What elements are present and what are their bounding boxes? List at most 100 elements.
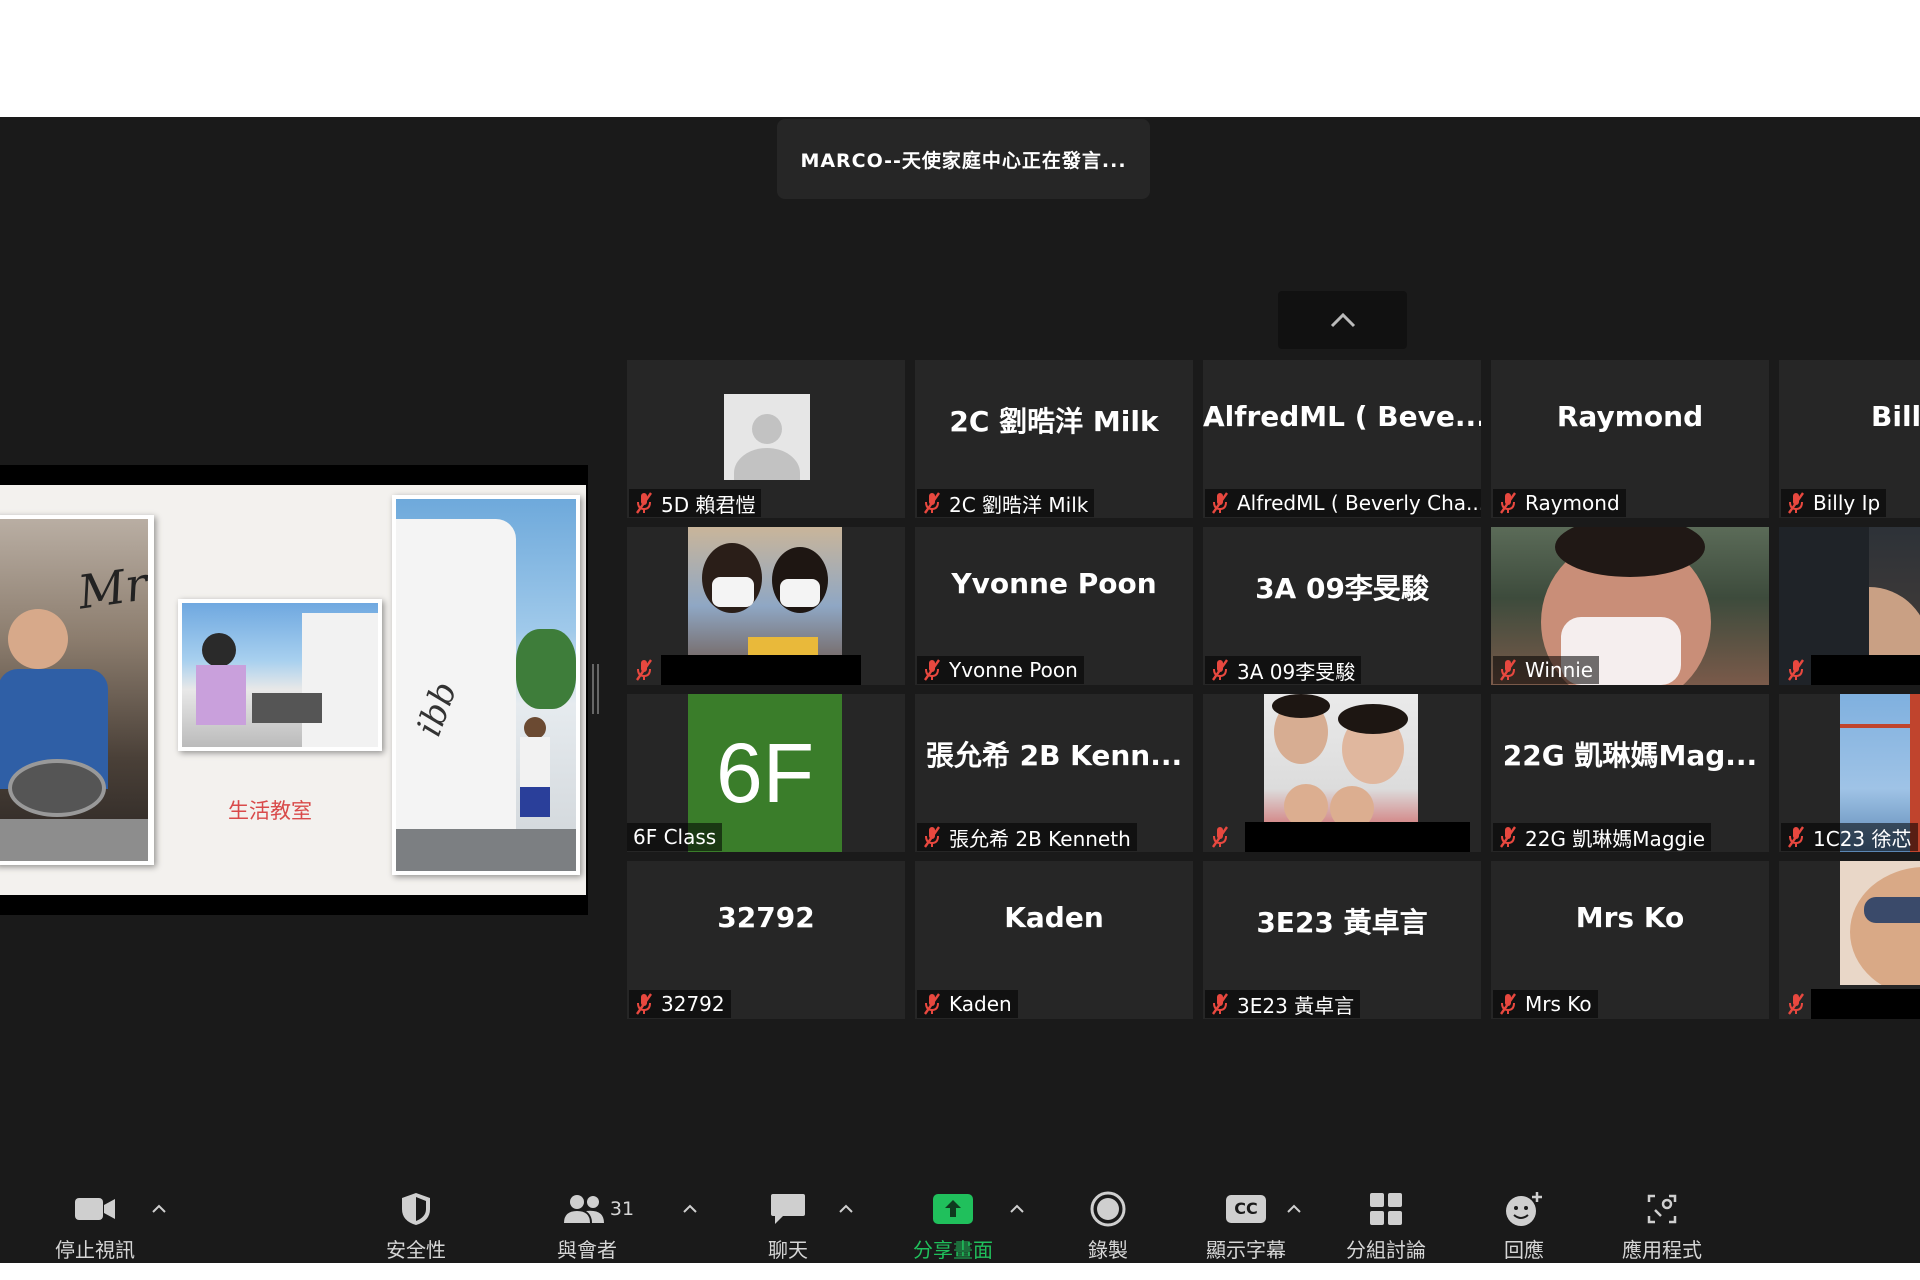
participant-display-name: 22G 凱琳媽Mag... xyxy=(1502,739,1758,772)
participant-name-label xyxy=(1781,990,1819,1018)
participant-tile[interactable] xyxy=(627,527,905,685)
redacted-name xyxy=(1811,655,1920,685)
participant-display-name: 3E23 黃卓言 xyxy=(1256,906,1428,939)
mic-muted-icon xyxy=(924,492,940,514)
participant-display-name: 3A 09李旻駿 xyxy=(1255,572,1429,605)
participants-count: 31 xyxy=(609,1197,635,1220)
mic-muted-icon xyxy=(924,826,940,848)
participants-button[interactable]: 31 與會者 xyxy=(554,1162,642,1263)
mic-muted-icon xyxy=(636,993,652,1015)
participant-tile[interactable]: 5D 賴君愷 xyxy=(627,360,905,518)
chevron-up-icon[interactable] xyxy=(682,1202,698,1214)
share-screen-icon xyxy=(933,1193,973,1224)
mic-muted-icon xyxy=(1212,492,1228,514)
apps-label: 應用程式 xyxy=(1622,1238,1702,1262)
redacted-name xyxy=(1245,822,1470,852)
mic-muted-icon xyxy=(636,659,652,681)
participant-tile[interactable] xyxy=(1779,527,1920,685)
chevron-up-icon[interactable] xyxy=(838,1202,854,1214)
participant-name-label: 張允希 2B Kenneth xyxy=(917,823,1137,851)
gallery-grid: 5D 賴君愷 2C 劉晧洋 Milk 2C 劉晧洋 Milk AlfredML … xyxy=(627,360,1920,1024)
redacted-name xyxy=(661,655,861,685)
reactions-button[interactable]: 回應 xyxy=(1480,1162,1568,1263)
mic-muted-icon xyxy=(1500,659,1516,681)
participant-display-name: AlfredML ( Beve... xyxy=(1203,400,1481,433)
chevron-up-icon[interactable] xyxy=(151,1202,167,1214)
participant-tile[interactable]: 3E23 黃卓言 3E23 黃卓言 xyxy=(1203,861,1481,1019)
stop-video-button[interactable]: 停止視訊 xyxy=(40,1162,150,1263)
shield-icon xyxy=(402,1192,430,1225)
participant-name-label: Winnie xyxy=(1493,656,1600,684)
participant-name-label: Yvonne Poon xyxy=(917,656,1084,684)
participant-tile[interactable]: Raymond Raymond xyxy=(1491,360,1769,518)
default-avatar xyxy=(724,394,810,480)
participant-tile[interactable]: Mrs Ko Mrs Ko xyxy=(1491,861,1769,1019)
participant-display-name: Kaden xyxy=(1004,901,1104,934)
chat-button[interactable]: 聊天 xyxy=(744,1162,832,1263)
record-label: 錄製 xyxy=(1088,1238,1128,1262)
reaction-icon xyxy=(1506,1191,1542,1226)
security-label: 安全性 xyxy=(386,1238,446,1262)
participant-tile[interactable]: Winnie xyxy=(1491,527,1769,685)
chevron-up-icon xyxy=(1330,312,1355,328)
participant-tile[interactable]: Kaden Kaden xyxy=(915,861,1193,1019)
participant-name-label: 5D 賴君愷 xyxy=(629,489,762,517)
participant-name-label xyxy=(1781,656,1819,684)
reactions-label: 回應 xyxy=(1504,1238,1544,1262)
participant-name-label: 3E23 黃卓言 xyxy=(1205,990,1361,1018)
participants-label: 與會者 xyxy=(557,1238,617,1262)
participant-tile[interactable]: AlfredML ( Beve... AlfredML ( Beverly Ch… xyxy=(1203,360,1481,518)
breakout-rooms-button[interactable]: 分組討論 xyxy=(1336,1162,1436,1263)
shared-screen[interactable]: Mrk 生活教室 ibb xyxy=(0,465,588,915)
share-screen-label: 分享畫面 xyxy=(913,1238,993,1262)
chat-label: 聊天 xyxy=(768,1238,808,1262)
participant-tile[interactable]: Billy Billy Ip xyxy=(1779,360,1920,518)
participant-name-label: 3A 09李旻駿 xyxy=(1205,656,1362,684)
breakout-label: 分組討論 xyxy=(1346,1238,1426,1262)
mic-muted-icon xyxy=(1212,826,1228,848)
video-icon xyxy=(75,1197,115,1220)
chat-icon xyxy=(771,1193,805,1224)
mic-muted-icon xyxy=(1788,993,1804,1015)
participant-name-label: Raymond xyxy=(1493,489,1626,517)
mic-muted-icon xyxy=(1500,993,1516,1015)
participant-tile[interactable]: 6F 6F Class xyxy=(627,694,905,852)
mic-muted-icon xyxy=(1788,492,1804,514)
scroll-up-button[interactable] xyxy=(1278,291,1407,349)
participant-name-label: Kaden xyxy=(917,990,1018,1018)
participant-name-label: Mrs Ko xyxy=(1493,990,1598,1018)
share-screen-button[interactable]: 分享畫面 xyxy=(898,1162,1008,1263)
slide-handwriting-1: Mrk xyxy=(74,552,148,620)
mic-muted-icon xyxy=(924,993,940,1015)
participant-tile[interactable]: 3A 09李旻駿 3A 09李旻駿 xyxy=(1203,527,1481,685)
participant-tile[interactable]: 32792 32792 xyxy=(627,861,905,1019)
participant-tile[interactable]: Yvonne Poon Yvonne Poon xyxy=(915,527,1193,685)
mic-muted-icon xyxy=(1212,993,1228,1015)
participant-tile[interactable]: 1C23 徐芯 xyxy=(1779,694,1920,852)
security-button[interactable]: 安全性 xyxy=(372,1162,460,1263)
participant-name-label: 1C23 徐芯 xyxy=(1781,823,1918,851)
slide-photo-child xyxy=(178,599,382,751)
participant-tile[interactable] xyxy=(1203,694,1481,852)
record-button[interactable]: 錄製 xyxy=(1064,1162,1152,1263)
apps-button[interactable]: 應用程式 xyxy=(1612,1162,1712,1263)
participant-display-name: 2C 劉晧洋 Milk xyxy=(949,405,1159,438)
participant-name-label: AlfredML ( Beverly Cha... xyxy=(1205,489,1481,517)
captions-button[interactable]: CC 顯示字幕 xyxy=(1196,1162,1296,1263)
participant-name-label: 32792 xyxy=(629,990,731,1018)
redacted-name xyxy=(1811,989,1920,1019)
slide-photo-cooking: Mrk xyxy=(0,515,154,865)
participant-tile[interactable]: 22G 凱琳媽Mag... 22G 凱琳媽Maggie xyxy=(1491,694,1769,852)
participant-tile[interactable]: 2C 劉晧洋 Milk 2C 劉晧洋 Milk xyxy=(915,360,1193,518)
mic-muted-icon xyxy=(1212,659,1228,681)
participant-tile[interactable] xyxy=(1779,861,1920,1019)
participant-display-name: Yvonne Poon xyxy=(951,567,1157,600)
chevron-up-icon[interactable] xyxy=(1286,1202,1302,1214)
chevron-up-icon[interactable] xyxy=(1009,1202,1025,1214)
participant-display-name: Mrs Ko xyxy=(1575,901,1685,934)
meeting-toolbar: 停止視訊 安全性 31 與會者 聊天 分享畫面 錄製 CC 顯示字幕 分組討論 … xyxy=(0,1162,1920,1263)
split-divider-handle[interactable] xyxy=(592,664,600,714)
participant-tile[interactable]: 張允希 2B Kenn... 張允希 2B Kenneth xyxy=(915,694,1193,852)
participant-video xyxy=(1840,861,1920,985)
participant-name-label xyxy=(629,656,667,684)
